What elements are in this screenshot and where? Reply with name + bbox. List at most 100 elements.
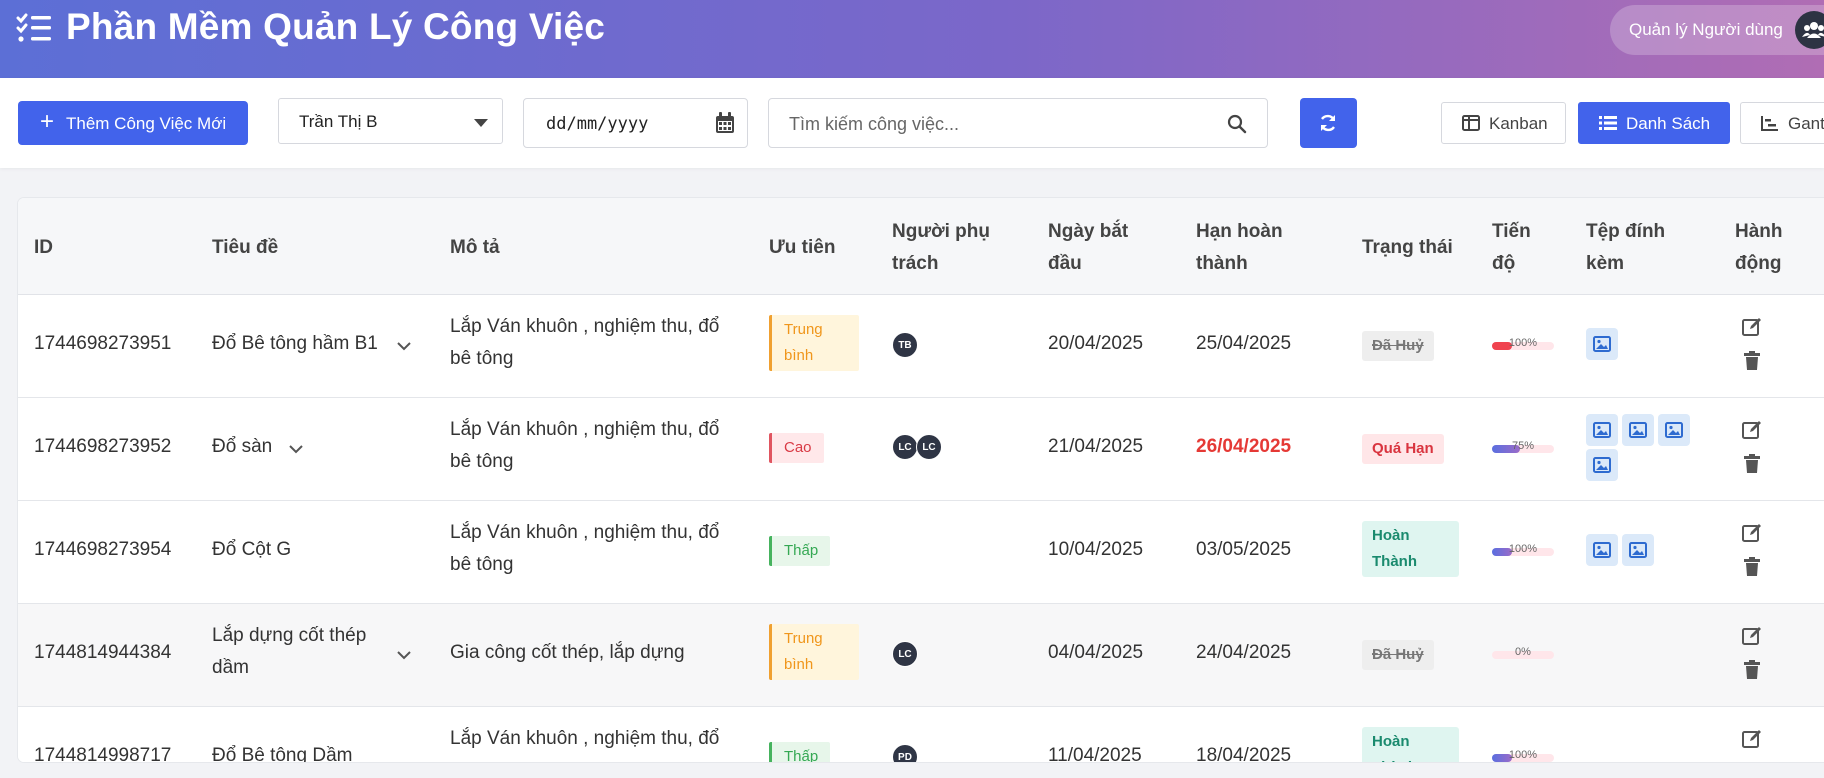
- trash-icon[interactable]: [1742, 351, 1762, 371]
- chevron-down-icon[interactable]: [288, 444, 304, 454]
- priority-badge: Cao: [769, 433, 824, 463]
- col-assignee[interactable]: Người phụ trách: [892, 216, 1022, 280]
- status-badge: Hoàn Thành: [1362, 727, 1459, 762]
- list-view-button[interactable]: Danh Sách: [1578, 102, 1730, 144]
- image-attachment[interactable]: [1622, 414, 1654, 446]
- gantt-view-button[interactable]: Gantt: [1740, 102, 1824, 144]
- task-id: 1744698273952: [34, 436, 172, 457]
- task-id: 1744698273951: [34, 333, 172, 354]
- start-date: 11/04/2025: [1048, 745, 1142, 762]
- status-badge: Đã Huỷ: [1362, 331, 1434, 361]
- table-row[interactable]: 1744698273954 Đổ Cột G Lắp Ván khuôn , n…: [18, 501, 1824, 604]
- task-id: 1744814998717: [34, 745, 172, 762]
- progress-bar: 100%: [1492, 749, 1554, 762]
- col-description[interactable]: Mô tả: [450, 232, 500, 264]
- task-id: 1744698273954: [34, 539, 172, 560]
- kanban-view-button[interactable]: Kanban: [1441, 102, 1566, 144]
- due-date: 24/04/2025: [1196, 642, 1292, 663]
- col-attachments: Tệp đính kèm: [1586, 221, 1666, 274]
- avatar: PD: [892, 744, 918, 762]
- image-attachment[interactable]: [1586, 449, 1618, 481]
- priority-badge: Trung bình: [769, 624, 859, 680]
- progress-label: 100%: [1508, 749, 1538, 761]
- image-icon: [1593, 457, 1611, 473]
- progress-bar: 0%: [1492, 646, 1554, 659]
- image-attachment[interactable]: [1622, 534, 1654, 566]
- trash-icon[interactable]: [1742, 660, 1762, 680]
- assignee-select[interactable]: Trần Thị B: [278, 98, 503, 144]
- task-list-icon: [16, 13, 51, 42]
- avatar: LC: [892, 641, 918, 667]
- kanban-view-label: Kanban: [1489, 114, 1548, 133]
- task-table: ID Tiêu đề Mô tả Ưu tiên Người phụ trách…: [18, 198, 1824, 762]
- edit-icon[interactable]: [1742, 626, 1762, 646]
- edit-icon[interactable]: [1742, 420, 1762, 440]
- col-status[interactable]: Trạng thái: [1362, 232, 1453, 264]
- image-attachment[interactable]: [1586, 414, 1618, 446]
- chevron-down-icon[interactable]: [396, 650, 412, 660]
- refresh-button[interactable]: [1300, 98, 1357, 148]
- edit-icon[interactable]: [1742, 523, 1762, 543]
- avatar: TB: [892, 332, 918, 358]
- edit-icon[interactable]: [1742, 317, 1762, 337]
- image-icon: [1593, 422, 1611, 438]
- image-attachment[interactable]: [1658, 414, 1690, 446]
- calendar-icon[interactable]: [715, 112, 735, 134]
- image-icon: [1593, 542, 1611, 558]
- caret-down-icon: [474, 119, 488, 127]
- status-badge: Quá Hạn: [1362, 434, 1444, 464]
- list-icon: [1599, 116, 1617, 130]
- table-row[interactable]: 1744814998717 Đổ Bê tông Dầm Lắp Ván khu…: [18, 707, 1824, 762]
- date-placeholder: dd/mm/yyyy: [546, 114, 649, 134]
- task-title: Lắp dựng cốt thép dầm: [212, 625, 367, 678]
- task-title: Đổ Bê tông hầm B1: [212, 333, 378, 354]
- image-icon: [1629, 422, 1647, 438]
- col-title[interactable]: Tiêu đề: [212, 232, 278, 264]
- plus-icon: +: [40, 108, 55, 135]
- task-description: Lắp Ván khuôn , nghiệm thu, đổ bê tông: [450, 316, 720, 369]
- col-start-date[interactable]: Ngày bắt đầu: [1048, 216, 1158, 280]
- user-management-button[interactable]: Quản lý Người dùng: [1610, 5, 1824, 55]
- progress-bar: 100%: [1492, 337, 1554, 350]
- table-row[interactable]: 1744698273951 Đổ Bê tông hầm B1 Lắp Ván …: [18, 295, 1824, 398]
- status-badge: Hoàn Thành: [1362, 521, 1459, 577]
- chevron-down-icon[interactable]: [396, 341, 412, 351]
- search-input[interactable]: Tìm kiếm công việc...: [768, 98, 1268, 148]
- image-icon: [1593, 336, 1611, 352]
- task-title: Đổ Cột G: [212, 539, 292, 560]
- priority-badge: Thấp: [769, 742, 831, 762]
- col-due-date[interactable]: Hạn hoàn thành: [1196, 216, 1316, 280]
- users-icon: [1795, 11, 1824, 49]
- trash-icon[interactable]: [1742, 557, 1762, 577]
- image-attachment[interactable]: [1586, 328, 1618, 360]
- col-priority[interactable]: Ưu tiên: [769, 232, 835, 264]
- col-progress[interactable]: Tiến độ: [1492, 216, 1552, 280]
- start-date: 21/04/2025: [1048, 436, 1144, 457]
- start-date: 10/04/2025: [1048, 539, 1144, 560]
- progress-bar: 100%: [1492, 543, 1554, 556]
- add-task-button[interactable]: + Thêm Công Việc Mới: [18, 101, 248, 145]
- gantt-view-label: Gantt: [1788, 114, 1824, 133]
- date-filter-input[interactable]: dd/mm/yyyy: [523, 98, 748, 148]
- task-description: Lắp Ván khuôn , nghiệm thu, đổ bê tông: [450, 728, 720, 762]
- start-date: 04/04/2025: [1048, 642, 1144, 663]
- assignee-select-value: Trần Thị B: [299, 112, 378, 131]
- task-description: Lắp Ván khuôn , nghiệm thu, đổ bê tông: [450, 419, 720, 472]
- table-row[interactable]: 1744814944384 Lắp dựng cốt thép dầm Gia …: [18, 604, 1824, 707]
- image-attachment[interactable]: [1586, 534, 1618, 566]
- avatar: LC: [916, 434, 942, 460]
- task-description: Lắp Ván khuôn , nghiệm thu, đổ bê tông: [450, 522, 720, 575]
- due-date: 18/04/2025: [1196, 745, 1292, 762]
- search-icon[interactable]: [1227, 114, 1247, 134]
- due-date: 25/04/2025: [1196, 333, 1292, 354]
- add-task-label: Thêm Công Việc Mới: [66, 114, 227, 133]
- trash-icon[interactable]: [1742, 454, 1762, 474]
- app-header: Phần Mềm Quản Lý Công Việc Quản lý Người…: [0, 0, 1824, 78]
- col-id[interactable]: ID: [34, 232, 53, 264]
- progress-label: 100%: [1508, 337, 1538, 349]
- table-row[interactable]: 1744698273952 Đổ sàn Lắp Ván khuôn , ngh…: [18, 398, 1824, 501]
- col-actions: Hành động: [1735, 221, 1783, 274]
- app-title: Phần Mềm Quản Lý Công Việc: [66, 6, 606, 47]
- progress-label: 0%: [1515, 646, 1531, 658]
- edit-icon[interactable]: [1742, 729, 1762, 749]
